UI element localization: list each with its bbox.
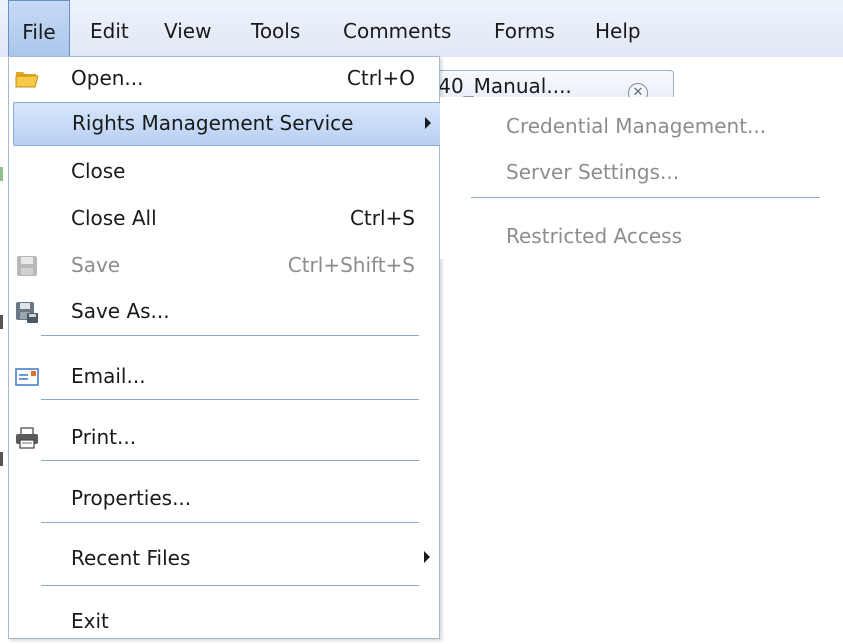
- menu-item-shortcut: Ctrl+Shift+S: [287, 253, 415, 277]
- menu-item-email[interactable]: Email...: [9, 355, 439, 399]
- menu-separator: [41, 585, 419, 586]
- menu-item-exit[interactable]: Exit: [9, 600, 439, 644]
- menu-item-label: Close All: [71, 206, 157, 230]
- menu-item-shortcut: Ctrl+S: [349, 206, 415, 230]
- submenu-item-restricted-access: Restricted Access: [506, 224, 683, 248]
- menu-item-label: Exit: [71, 609, 109, 633]
- printer-icon: [14, 425, 40, 451]
- folder-open-icon: [14, 66, 40, 92]
- menu-bar: File Edit View Tools Comments Forms Help: [0, 0, 843, 58]
- menu-file[interactable]: File: [8, 0, 70, 57]
- submenu-arrow-icon: [425, 117, 431, 129]
- menu-item-label: Rights Management Service: [72, 111, 354, 135]
- submenu-separator: [471, 197, 820, 198]
- menu-edit[interactable]: Edit: [90, 0, 129, 57]
- menu-item-rights-management[interactable]: Rights Management Service: [13, 102, 441, 146]
- menu-item-close[interactable]: Close: [9, 150, 439, 194]
- submenu-arrow-icon: [424, 551, 430, 563]
- menu-item-open[interactable]: Open... Ctrl+O: [9, 57, 439, 101]
- menu-item-label: Open...: [71, 66, 144, 90]
- save-as-icon: [14, 299, 40, 325]
- left-panel-edge: [0, 97, 8, 639]
- email-icon: [14, 364, 40, 390]
- menu-item-label: Properties...: [71, 486, 192, 510]
- menu-view[interactable]: View: [164, 0, 211, 57]
- menu-item-label: Save: [71, 253, 121, 277]
- submenu-item-credential-management: Credential Management...: [506, 114, 767, 138]
- menu-tools[interactable]: Tools: [251, 0, 300, 57]
- rights-management-submenu: Credential Management... Server Settings…: [440, 97, 843, 259]
- file-menu-dropdown: Open... Ctrl+O Rights Management Service…: [8, 56, 441, 639]
- menu-item-recent-files[interactable]: Recent Files: [9, 537, 439, 581]
- floppy-disk-icon: [14, 253, 40, 279]
- menu-item-label: Recent Files: [71, 546, 191, 570]
- menu-item-label: Close: [71, 159, 126, 183]
- menu-separator: [41, 522, 419, 523]
- menu-help[interactable]: Help: [595, 0, 641, 57]
- menu-forms[interactable]: Forms: [494, 0, 555, 57]
- menu-item-properties[interactable]: Properties...: [9, 477, 439, 521]
- menu-item-label: Print...: [71, 425, 137, 449]
- menu-item-label: Save As...: [71, 299, 170, 323]
- menu-item-print[interactable]: Print...: [9, 416, 439, 460]
- menu-separator: [41, 335, 419, 336]
- menu-comments[interactable]: Comments: [343, 0, 451, 57]
- menu-item-save: Save Ctrl+Shift+S: [9, 244, 439, 288]
- menu-item-close-all[interactable]: Close All Ctrl+S: [9, 197, 439, 241]
- menu-separator: [41, 399, 419, 400]
- document-tab-label: r40_Manual....: [430, 74, 572, 98]
- submenu-item-server-settings: Server Settings...: [506, 160, 680, 184]
- menu-item-label: Email...: [71, 364, 146, 388]
- menu-separator: [41, 460, 419, 461]
- menu-item-save-as[interactable]: Save As...: [9, 290, 439, 334]
- menu-item-shortcut: Ctrl+O: [346, 66, 415, 90]
